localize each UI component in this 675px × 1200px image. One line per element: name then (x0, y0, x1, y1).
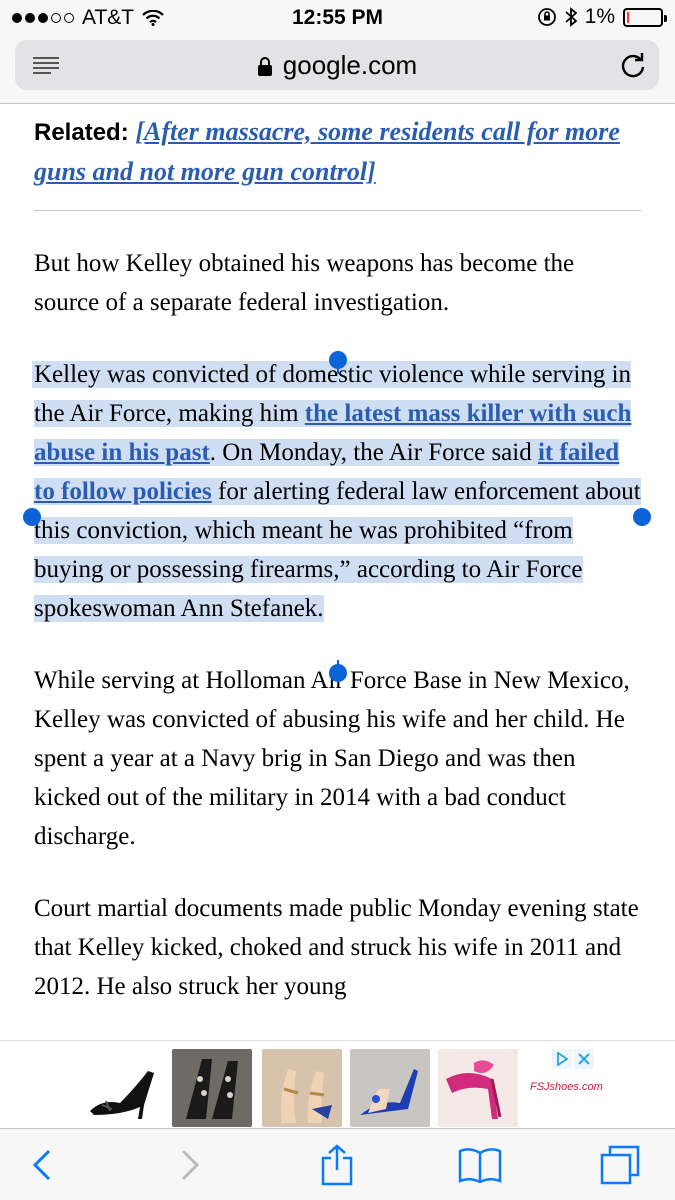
address-bar[interactable]: google.com (15, 40, 659, 90)
share-icon[interactable] (320, 1144, 354, 1186)
selection-end-handle[interactable] (329, 664, 347, 682)
paragraph-4: Court martial documents made public Mond… (34, 895, 639, 1000)
safari-toolbar (0, 1128, 675, 1200)
share-button[interactable] (313, 1143, 361, 1187)
selection-start-handle[interactable] (329, 351, 347, 369)
adchoices-icon[interactable] (552, 1049, 572, 1069)
paragraph-2: Kelley was convicted of domestic violenc… (32, 355, 644, 628)
ad-image-black-pump[interactable] (82, 1049, 162, 1127)
selection-right-handle[interactable] (633, 508, 651, 526)
divider (34, 210, 641, 211)
advertisement-banner[interactable]: FSJshoes.com (0, 1040, 675, 1128)
lock-icon (257, 57, 272, 77)
bookmarks-button[interactable] (456, 1143, 504, 1187)
bluetooth-icon (565, 7, 577, 27)
paragraph-3: While serving at Holloman Air Force Base… (34, 667, 630, 850)
ad-image-strappy-heels[interactable] (262, 1049, 342, 1127)
back-icon[interactable] (32, 1148, 52, 1182)
forward-icon[interactable] (180, 1148, 200, 1182)
tabs-button[interactable] (596, 1143, 644, 1187)
article-body: Related: [After massacre, some residents… (32, 112, 644, 1006)
selected-text[interactable]: Kelley was convicted of domestic violenc… (32, 361, 641, 622)
reload-icon[interactable] (619, 51, 647, 79)
ad-image-jeweled-sandal[interactable] (172, 1049, 252, 1127)
ad-brand[interactable]: FSJshoes.com (530, 1081, 603, 1093)
related-block: Related: [After massacre, some residents… (34, 112, 644, 192)
url-domain[interactable]: google.com (283, 50, 417, 80)
battery-icon (623, 7, 667, 27)
back-button[interactable] (18, 1143, 66, 1187)
ad-image-blue-sandal[interactable] (350, 1049, 430, 1127)
ad-image-pink-heels[interactable] (438, 1049, 518, 1127)
tabs-icon[interactable] (600, 1145, 640, 1185)
related-label: Related: (34, 119, 129, 146)
browser-address-area: google.com (0, 36, 675, 104)
orientation-lock-icon (537, 8, 556, 26)
bookmarks-icon[interactable] (457, 1147, 503, 1183)
selection-left-handle[interactable] (23, 508, 41, 526)
paragraph-1: But how Kelley obtained his weapons has … (34, 250, 575, 316)
ad-close-icon[interactable] (574, 1049, 594, 1069)
status-bar: AT&T 12:55 PM 1% (0, 0, 675, 36)
forward-button[interactable] (166, 1143, 214, 1187)
battery-percent: 1% (584, 5, 615, 28)
